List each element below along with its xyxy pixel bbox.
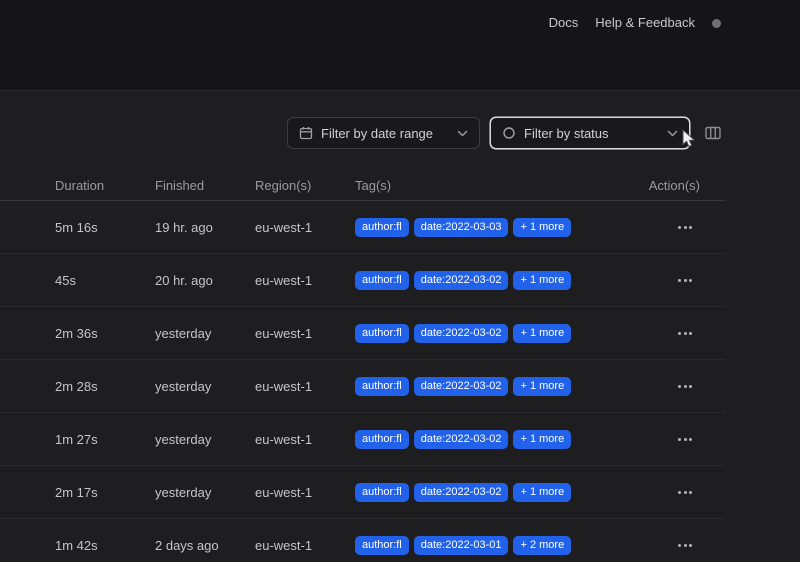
table-row: 2m 17s yesterday eu-west-1 author:fl date… xyxy=(0,466,725,519)
tag-pill[interactable]: + 1 more xyxy=(513,429,572,449)
tag-pill[interactable]: date:2022-03-02 xyxy=(413,376,509,396)
tag-pill[interactable]: date:2022-03-01 xyxy=(413,535,509,555)
region-cell: eu-west-1 xyxy=(255,325,313,341)
row-actions-button ellipsis-icon[interactable] xyxy=(675,221,695,234)
date-range-filter-label: Filter by date range xyxy=(321,125,434,141)
actions-cell xyxy=(610,221,725,234)
table-row: 1m 27s yesterday eu-west-1 author:fl date… xyxy=(0,413,725,466)
runs-page: Docs Help & Feedback Filter by date rang… xyxy=(0,0,800,562)
calendar-icon xyxy=(299,126,313,140)
tag-pill[interactable]: author:fl xyxy=(355,429,409,449)
finished-cell: yesterday xyxy=(155,431,212,447)
tag-pill[interactable]: + 1 more xyxy=(513,270,572,290)
tag-pill[interactable]: + 1 more xyxy=(513,482,572,502)
table-row: 1m 42s 2 days ago eu-west-1 author:fl dat… xyxy=(0,519,725,562)
row-actions-button ellipsis-icon[interactable] xyxy=(675,539,695,552)
region-cell: eu-west-1 xyxy=(255,272,313,288)
actions-cell xyxy=(610,380,725,393)
table-row: 45s 20 hr. ago eu-west-1 author:fl date:2… xyxy=(0,254,725,307)
runs-table: Duration Finished Region(s) Tag(s) Actio… xyxy=(0,170,725,562)
status-filter-label: Filter by status xyxy=(524,125,609,141)
table-header-row: Duration Finished Region(s) Tag(s) Actio… xyxy=(0,170,725,201)
tag-pill[interactable]: author:fl xyxy=(355,217,409,237)
nav-docs-link[interactable]: Docs xyxy=(549,15,579,31)
row-actions-button ellipsis-icon[interactable] xyxy=(675,327,695,340)
header-regions: Region(s) xyxy=(255,177,312,193)
finished-cell: yesterday xyxy=(155,378,212,394)
chevron-down-icon xyxy=(457,130,468,137)
tag-pill[interactable]: date:2022-03-02 xyxy=(413,482,509,502)
finished-cell: 2 days ago xyxy=(155,537,219,553)
finished-cell: 20 hr. ago xyxy=(155,272,213,288)
tag-pill[interactable]: author:fl xyxy=(355,535,409,555)
header-tags: Tag(s) xyxy=(355,177,392,193)
region-cell: eu-west-1 xyxy=(255,537,313,553)
duration-cell: 1m 27s xyxy=(55,431,98,447)
tags-cell: author:fl date:2022-03-03 + 1 more xyxy=(355,217,610,237)
tag-pill[interactable]: + 2 more xyxy=(513,535,572,555)
tag-pill[interactable]: + 1 more xyxy=(513,217,572,237)
tags-cell: author:fl date:2022-03-01 + 2 more xyxy=(355,535,610,555)
header-duration: Duration xyxy=(55,177,105,193)
column-settings-button[interactable] xyxy=(703,124,723,142)
tags-cell: author:fl date:2022-03-02 + 1 more xyxy=(355,429,610,449)
actions-cell xyxy=(610,433,725,446)
table-row: 2m 36s yesterday eu-west-1 author:fl date… xyxy=(0,307,725,360)
avatar-dot[interactable] xyxy=(712,19,721,28)
nav-help-feedback-link[interactable]: Help & Feedback xyxy=(595,15,695,31)
date-range-filter[interactable]: Filter by date range xyxy=(287,117,480,149)
finished-cell: yesterday xyxy=(155,325,212,341)
finished-cell: 19 hr. ago xyxy=(155,219,213,235)
tag-pill[interactable]: author:fl xyxy=(355,270,409,290)
row-actions-button ellipsis-icon[interactable] xyxy=(675,433,695,446)
tags-cell: author:fl date:2022-03-02 + 1 more xyxy=(355,270,610,290)
actions-cell xyxy=(610,486,725,499)
top-banner: Docs Help & Feedback xyxy=(0,0,800,91)
tag-pill[interactable]: author:fl xyxy=(355,376,409,396)
status-filter[interactable]: Filter by status xyxy=(490,117,690,149)
duration-cell: 5m 16s xyxy=(55,219,98,235)
header-actions: Action(s) xyxy=(648,177,700,193)
tags-cell: author:fl date:2022-03-02 + 1 more xyxy=(355,376,610,396)
actions-cell xyxy=(610,327,725,340)
row-actions-button ellipsis-icon[interactable] xyxy=(675,380,695,393)
tag-pill[interactable]: author:fl xyxy=(355,323,409,343)
row-actions-button ellipsis-icon[interactable] xyxy=(675,486,695,499)
table-row: 5m 16s 19 hr. ago eu-west-1 author:fl dat… xyxy=(0,201,725,254)
duration-cell: 1m 42s xyxy=(55,537,98,553)
tags-cell: author:fl date:2022-03-02 + 1 more xyxy=(355,482,610,502)
chevron-down-icon xyxy=(667,130,678,137)
actions-cell xyxy=(610,274,725,287)
finished-cell: yesterday xyxy=(155,484,212,500)
tag-pill[interactable]: author:fl xyxy=(355,482,409,502)
duration-cell: 2m 17s xyxy=(55,484,98,500)
actions-cell xyxy=(610,539,725,552)
duration-cell: 45s xyxy=(55,272,76,288)
row-actions-button ellipsis-icon[interactable] xyxy=(675,274,695,287)
tag-pill[interactable]: date:2022-03-02 xyxy=(413,429,509,449)
region-cell: eu-west-1 xyxy=(255,431,313,447)
region-cell: eu-west-1 xyxy=(255,219,313,235)
tag-pill[interactable]: + 1 more xyxy=(513,323,572,343)
duration-cell: 2m 28s xyxy=(55,378,98,394)
header-finished: Finished xyxy=(155,177,205,193)
tags-cell: author:fl date:2022-03-02 + 1 more xyxy=(355,323,610,343)
status-circle-icon xyxy=(502,126,516,140)
filter-toolbar: Filter by date range Filter by status xyxy=(287,117,723,149)
tag-pill[interactable]: date:2022-03-03 xyxy=(413,217,509,237)
region-cell: eu-west-1 xyxy=(255,484,313,500)
tag-pill[interactable]: + 1 more xyxy=(513,376,572,396)
tag-pill[interactable]: date:2022-03-02 xyxy=(413,323,509,343)
tag-pill[interactable]: date:2022-03-02 xyxy=(413,270,509,290)
region-cell: eu-west-1 xyxy=(255,378,313,394)
table-row: 2m 28s yesterday eu-west-1 author:fl date… xyxy=(0,360,725,413)
duration-cell: 2m 36s xyxy=(55,325,98,341)
table-body: 5m 16s 19 hr. ago eu-west-1 author:fl dat… xyxy=(0,201,725,562)
table-columns-icon xyxy=(705,126,721,140)
